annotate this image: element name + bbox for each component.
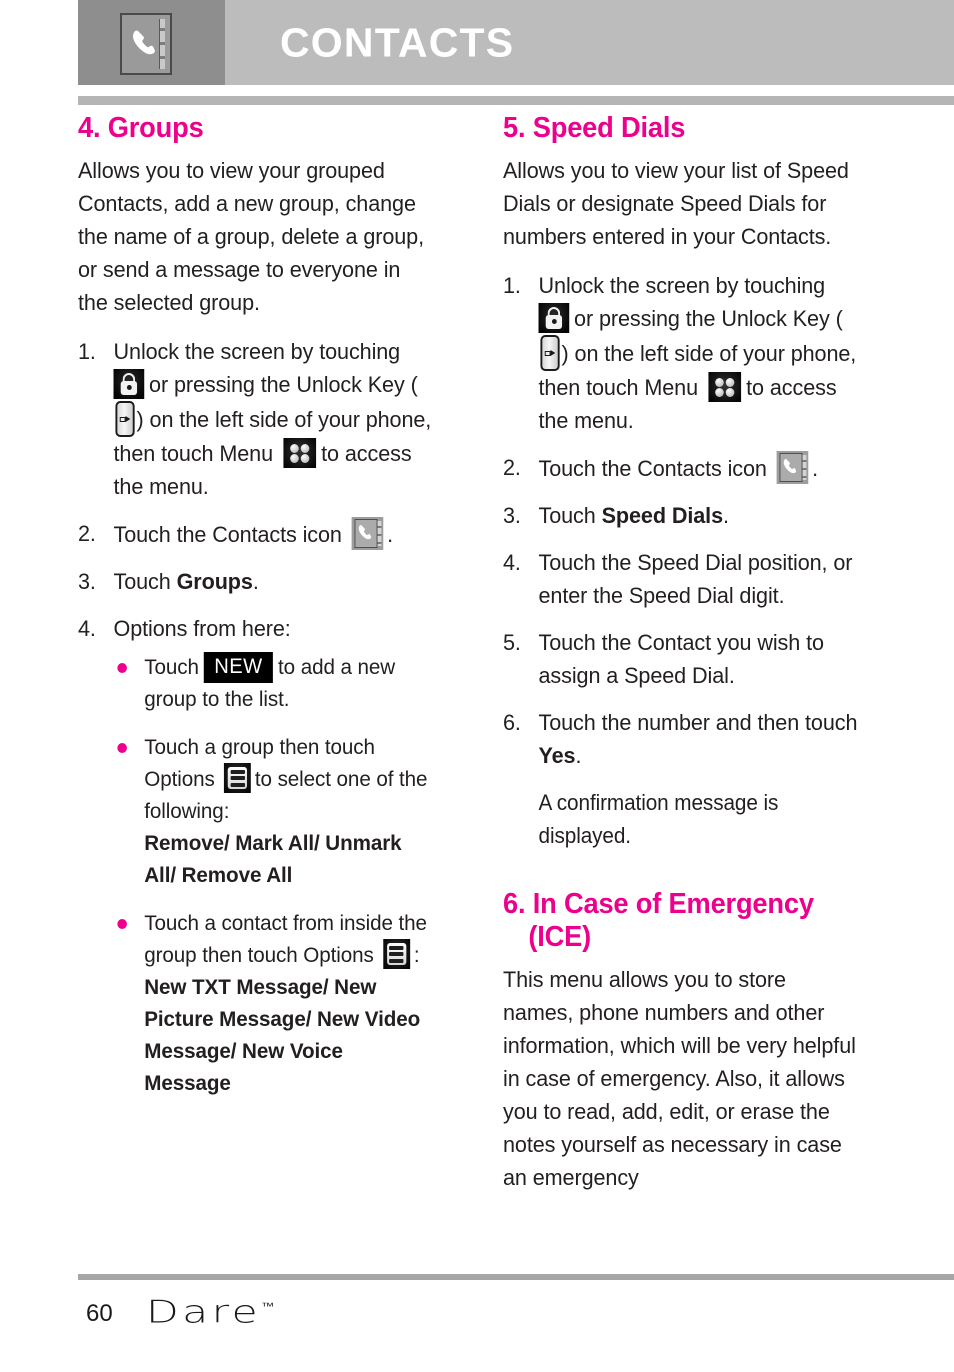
menu-grid-icon[interactable] — [283, 438, 317, 469]
unlock-key-icon[interactable] — [115, 401, 135, 438]
options-list-icon[interactable] — [224, 763, 252, 794]
step-bold-term: Speed Dials — [601, 503, 723, 529]
contacts-book-icon — [120, 13, 172, 75]
bullet-dot-icon — [117, 743, 127, 754]
page-header: CONTACTS — [78, 0, 954, 85]
step-item: 6. Touch the number and then touch Yes. A… — [503, 706, 858, 852]
speed-dials-intro-text: Allows you to view your list of Speed Di… — [503, 158, 849, 250]
step-text: . — [812, 456, 819, 482]
step-text: Touch the Contact you wish to assign a S… — [538, 630, 824, 689]
step-text: Unlock the screen by touching — [113, 339, 401, 365]
step-text: Touch the number and then touch — [538, 710, 858, 736]
contacts-icon[interactable] — [776, 451, 809, 485]
step-number: 4. — [78, 616, 96, 642]
phone-handset-icon — [783, 459, 797, 474]
bullet-bold-options: Remove/ Mark All/ Unmark All/ Remove All — [144, 831, 402, 888]
right-column: 5. Speed Dials Allows you to view your l… — [503, 112, 873, 1210]
step-text: . — [387, 522, 394, 548]
step-text: . — [575, 743, 582, 769]
bullet-text: Touch — [144, 655, 199, 680]
step-number: 4. — [503, 550, 521, 576]
list-item: Touch a contact from inside the group th… — [114, 907, 434, 1099]
step-number: 2. — [503, 455, 521, 481]
step-text: Touch — [113, 569, 177, 595]
contacts-icon[interactable] — [351, 517, 384, 551]
step-item: 2. Touch the Contacts icon . — [503, 451, 858, 485]
section-heading-ice: 6. In Case of Emergency (ICE) — [503, 888, 851, 953]
speed-dials-steps-list: 1. Unlock the screen by touching or press… — [503, 269, 873, 852]
step-text: . — [722, 503, 729, 529]
ice-heading-line1: 6. In Case of Emergency — [503, 888, 814, 921]
footer-divider — [78, 1274, 954, 1280]
left-column: 4. Groups Allows you to view your groupe… — [78, 112, 448, 1115]
bullet-dot-icon — [117, 663, 127, 674]
list-item: Touch NEW to add a new group to the list. — [114, 651, 434, 715]
step-text: Touch the Contacts icon — [538, 456, 767, 482]
step-number: 3. — [503, 503, 521, 529]
step-bold-term: Yes — [538, 743, 576, 769]
page-number: 60 — [86, 1300, 113, 1327]
step-item: 3. Touch Speed Dials. — [503, 499, 858, 532]
lock-icon[interactable] — [538, 303, 570, 334]
step-text: Touch the Contacts icon — [113, 522, 342, 548]
groups-options-bullets: Touch NEW to add a new group to the list. … — [114, 651, 434, 1099]
step-item: 5. Touch the Contact you wish to assign a… — [503, 626, 858, 692]
groups-intro-text: Allows you to view your grouped Contacts… — [78, 158, 425, 316]
step-text: Touch — [538, 503, 602, 529]
step-text: . — [252, 569, 259, 595]
step-item: 1. Unlock the screen by touching or press… — [78, 335, 433, 503]
step-number: 6. — [503, 710, 521, 736]
phone-handset-icon — [133, 30, 155, 55]
options-list-icon[interactable] — [383, 939, 411, 970]
step-number: 5. — [503, 630, 521, 656]
step-text: Options from here: — [113, 616, 291, 642]
step-item: 1. Unlock the screen by touching or press… — [503, 269, 858, 437]
step-number: 2. — [78, 521, 96, 547]
header-icon-box — [78, 0, 225, 85]
new-button[interactable]: NEW — [203, 652, 274, 684]
brand-name: Dare — [146, 1294, 262, 1331]
list-item: Touch a group then touch Options to sele… — [114, 731, 434, 891]
ice-intro-text: This menu allows you to store names, pho… — [503, 967, 856, 1191]
bullet-bold-options: New TXT Message/ New Picture Message/ Ne… — [144, 975, 421, 1096]
menu-grid-icon[interactable] — [708, 372, 742, 403]
page-title: CONTACTS — [280, 19, 515, 65]
step-number: 1. — [503, 273, 521, 299]
confirmation-note: A confirmation message is displayed. — [538, 790, 779, 849]
lock-icon[interactable] — [113, 369, 145, 400]
groups-steps-list: 1. Unlock the screen by touching or press… — [78, 335, 448, 1099]
unlock-key-icon[interactable] — [540, 335, 560, 372]
step-item: 2. Touch the Contacts icon . — [78, 517, 433, 551]
section-heading-groups: 4. Groups — [78, 112, 204, 144]
step-number: 1. — [78, 339, 96, 365]
step-text: Touch the Speed Dial position, or enter … — [538, 550, 853, 609]
step-item: 4. Options from here: Touch NEW to add a ne… — [78, 612, 433, 1099]
step-text: Unlock the screen by touching — [538, 273, 826, 299]
step-item: 4. Touch the Speed Dial position, or ente… — [503, 546, 858, 612]
step-text: or pressing the Unlock Key ( — [149, 372, 418, 398]
bullet-dot-icon — [117, 919, 127, 930]
step-item: 3. Touch Groups. — [78, 565, 433, 598]
page-footer: 60 Dare™ — [78, 1294, 954, 1344]
section-heading-speed-dials: 5. Speed Dials — [503, 112, 686, 144]
ice-heading-line2: (ICE) — [528, 920, 592, 953]
phone-handset-icon — [358, 525, 372, 540]
trademark-symbol: ™ — [261, 1300, 275, 1313]
header-divider — [78, 96, 954, 105]
step-text: or pressing the Unlock Key ( — [574, 306, 843, 332]
brand-logo: Dare™ — [146, 1294, 274, 1330]
step-bold-term: Groups — [176, 569, 253, 595]
step-number: 3. — [78, 569, 96, 595]
bullet-text: : — [413, 943, 420, 968]
